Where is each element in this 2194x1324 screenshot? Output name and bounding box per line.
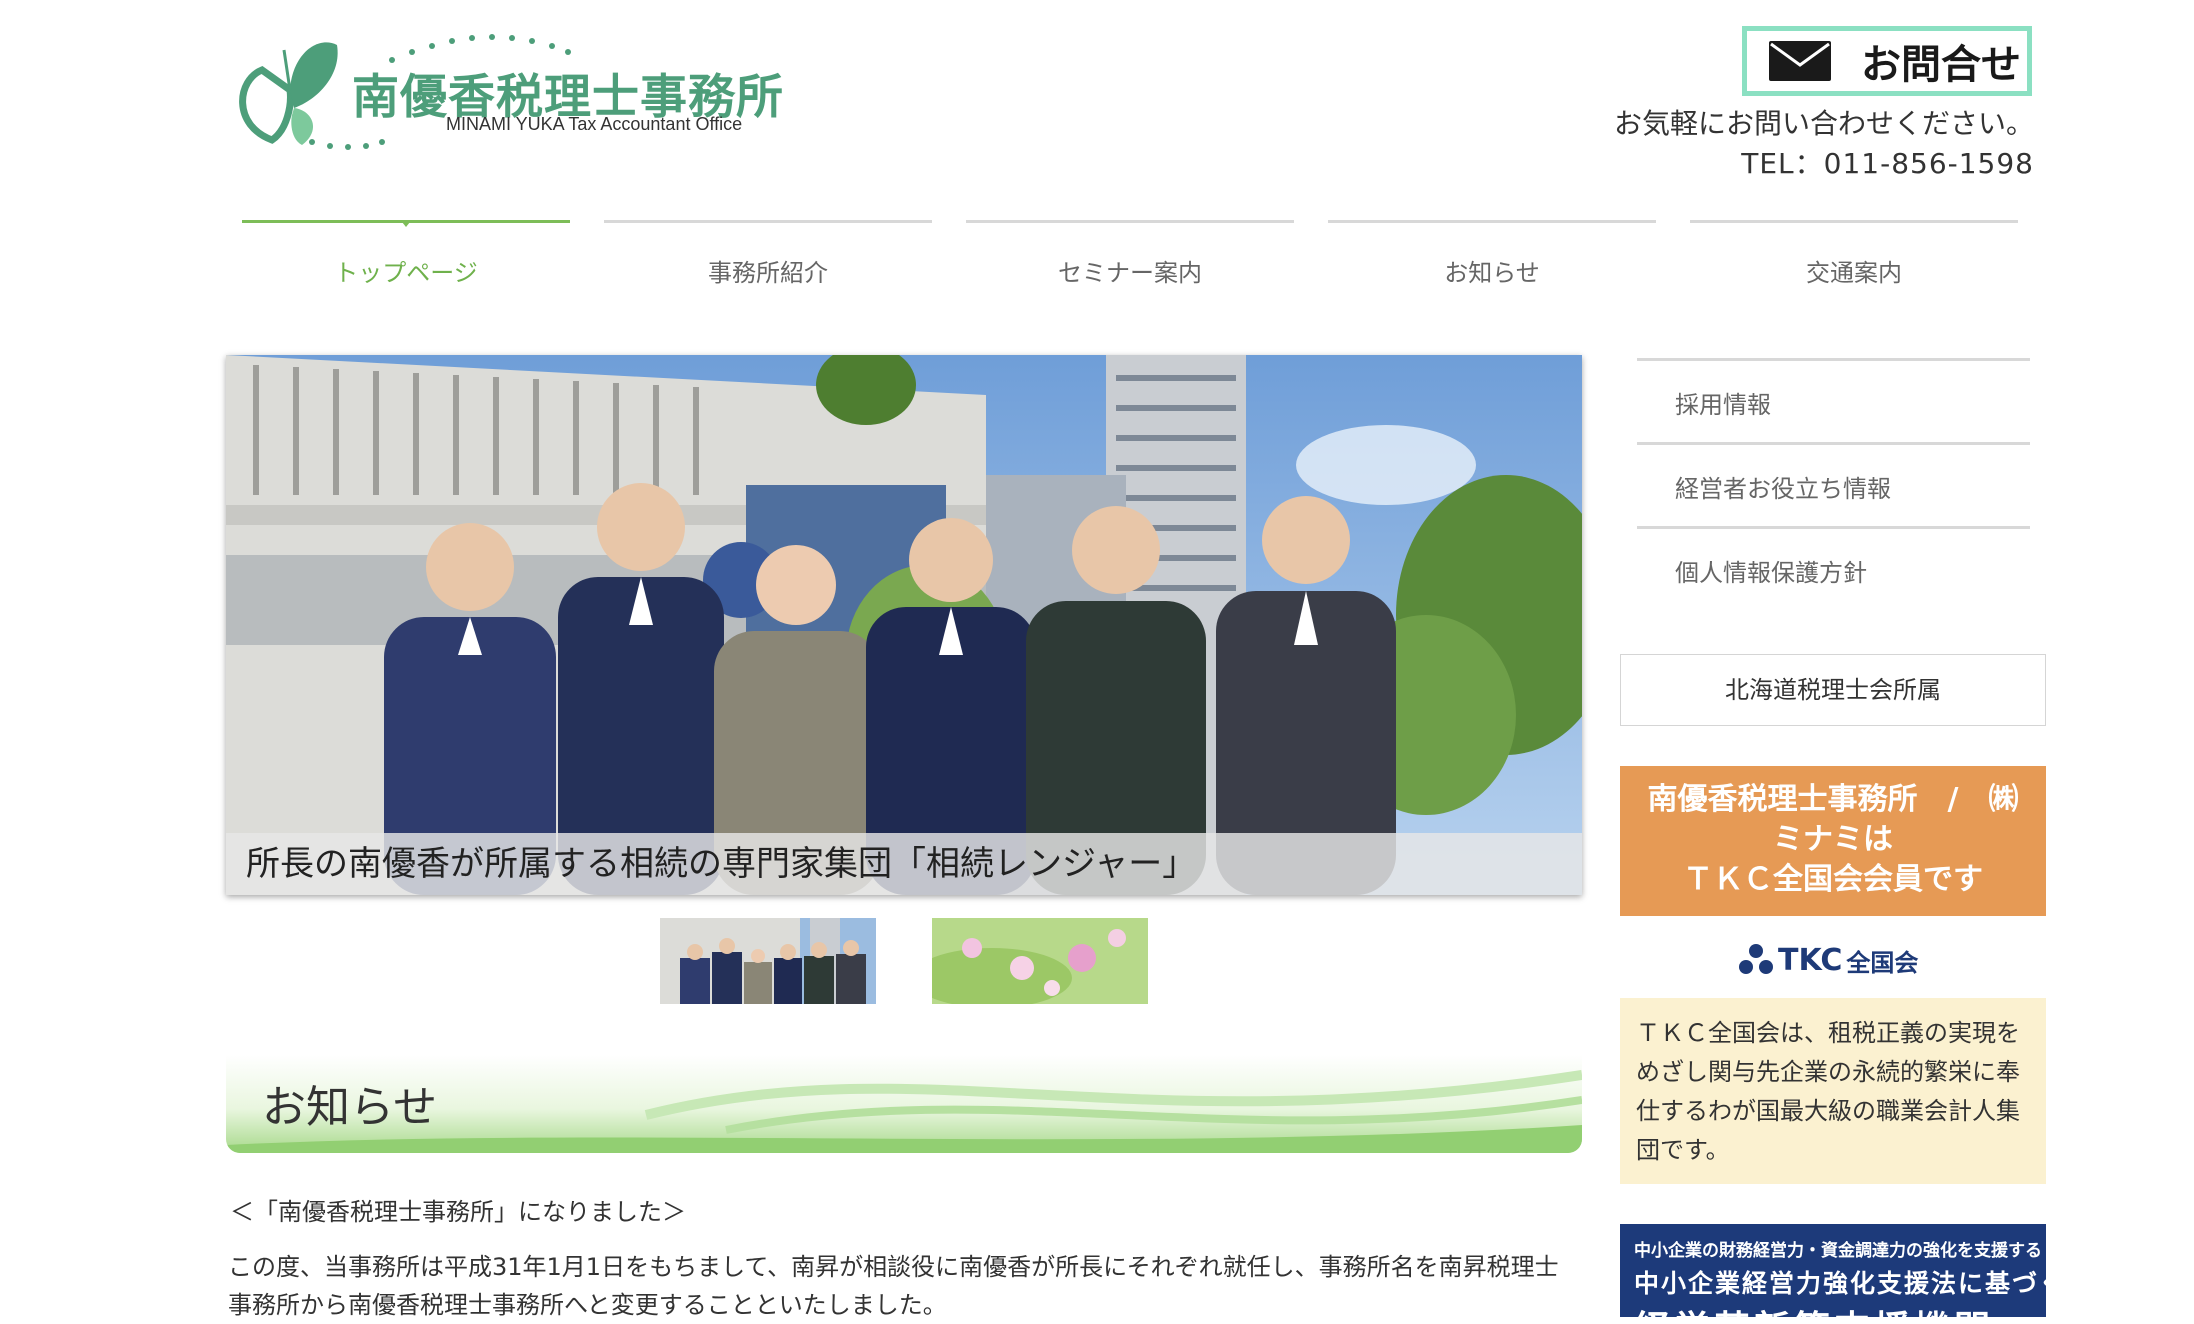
nav-item-news[interactable]: お知らせ (1328, 220, 1656, 290)
nav-item-label: トップページ (334, 259, 478, 287)
hero-team-photo (226, 355, 1582, 895)
nav-item-label: お知らせ (1444, 259, 1540, 287)
main-nav: トップページ 事務所紹介 セミナー案内 お知らせ 交通案内 (242, 220, 2018, 290)
support-agency-banner[interactable]: 中小企業の財務経営力・資金調達力の強化を支援する 中小企業経営力強化支援法に基づ… (1620, 1224, 2046, 1317)
news-section-header: お知らせ (226, 1055, 1582, 1153)
banner-line: 経営革新等支援機関 (1634, 1300, 1994, 1317)
tkc-logo-icon (1739, 944, 1773, 974)
news-heading: お知らせ (262, 1082, 438, 1133)
sidebar-links: 採用情報 経営者お役立ち情報 個人情報保護方針 (1637, 358, 2030, 610)
news-item-title: ＜「南優香税理士事務所」になりました＞ (230, 1198, 686, 1226)
tkc-logo-subtext: 全国会 (1846, 948, 1919, 977)
banner-line: 中小企業経営力強化支援法に基づく (1634, 1269, 2046, 1298)
mail-icon (1769, 41, 1831, 81)
tkc-member-banner: 南優香税理士事務所 / ㈱ ミナミは ＴＫＣ全国会会員です (1620, 766, 2046, 916)
contact-tel: TEL：011-856-1598 (1741, 147, 2034, 180)
contact-button[interactable]: お問合せ (1742, 26, 2032, 96)
slide-thumbnail-1[interactable] (660, 918, 876, 1004)
sidebar-item-label: 個人情報保護方針 (1675, 559, 1867, 587)
nav-item-top[interactable]: トップページ (242, 220, 570, 290)
tkc-banner-line: ミナミは (1773, 822, 1893, 857)
thumbnail-team-image (660, 918, 876, 1004)
nav-item-label: 事務所紹介 (708, 259, 828, 287)
nav-item-label: セミナー案内 (1058, 259, 1202, 287)
nav-item-seminar[interactable]: セミナー案内 (966, 220, 1294, 290)
banner-line: 中小企業の財務経営力・資金調達力の強化を支援する (1634, 1241, 2042, 1261)
nav-item-office[interactable]: 事務所紹介 (604, 220, 932, 290)
contact-note: お気軽にお問い合わせください。 (1613, 107, 2034, 140)
nav-item-label: 交通案内 (1806, 259, 1902, 287)
nav-item-access[interactable]: 交通案内 (1690, 220, 2018, 290)
tkc-banner-line: 南優香税理士事務所 / ㈱ (1647, 782, 2019, 817)
sidebar-item-recruit[interactable]: 採用情報 (1637, 358, 2030, 442)
thumbnail-flowers-image (932, 918, 1148, 1004)
association-box: 北海道税理士会所属 (1620, 654, 2046, 726)
sidebar-item-privacy-policy[interactable]: 個人情報保護方針 (1637, 526, 2030, 610)
tkc-banner-line: ＴＫＣ全国会会員です (1683, 862, 1983, 897)
hero-caption: 所長の南優香が所属する相続の専門家集団「相続レンジャー」 (226, 833, 1582, 895)
tkc-description: ＴＫＣ全国会は、租税正義の実現をめざし関与先企業の永続的繁栄に奉仕するわが国最大… (1620, 998, 2046, 1184)
hero-slider[interactable]: 所長の南優香が所属する相続の専門家集団「相続レンジャー」 (226, 355, 1582, 895)
news-item-body: この度、当事務所は平成31年1月1日をもちまして、南昇が相談役に南優香が所長にそ… (228, 1253, 1559, 1319)
slide-thumbnail-2[interactable] (932, 918, 1148, 1004)
sidebar-item-label: 経営者お役立ち情報 (1675, 475, 1891, 503)
sidebar-item-label: 採用情報 (1675, 391, 1771, 419)
contact-button-label: お問合せ (1861, 42, 2021, 88)
sidebar-item-management-info[interactable]: 経営者お役立ち情報 (1637, 442, 2030, 526)
logo-subtitle: MINAMI YUKA Tax Accountant Office (446, 114, 743, 134)
tkc-logo[interactable]: TKC 全国会 (1738, 940, 1918, 980)
tkc-logo-text: TKC (1778, 942, 1843, 978)
nav-active-marker (402, 222, 410, 227)
